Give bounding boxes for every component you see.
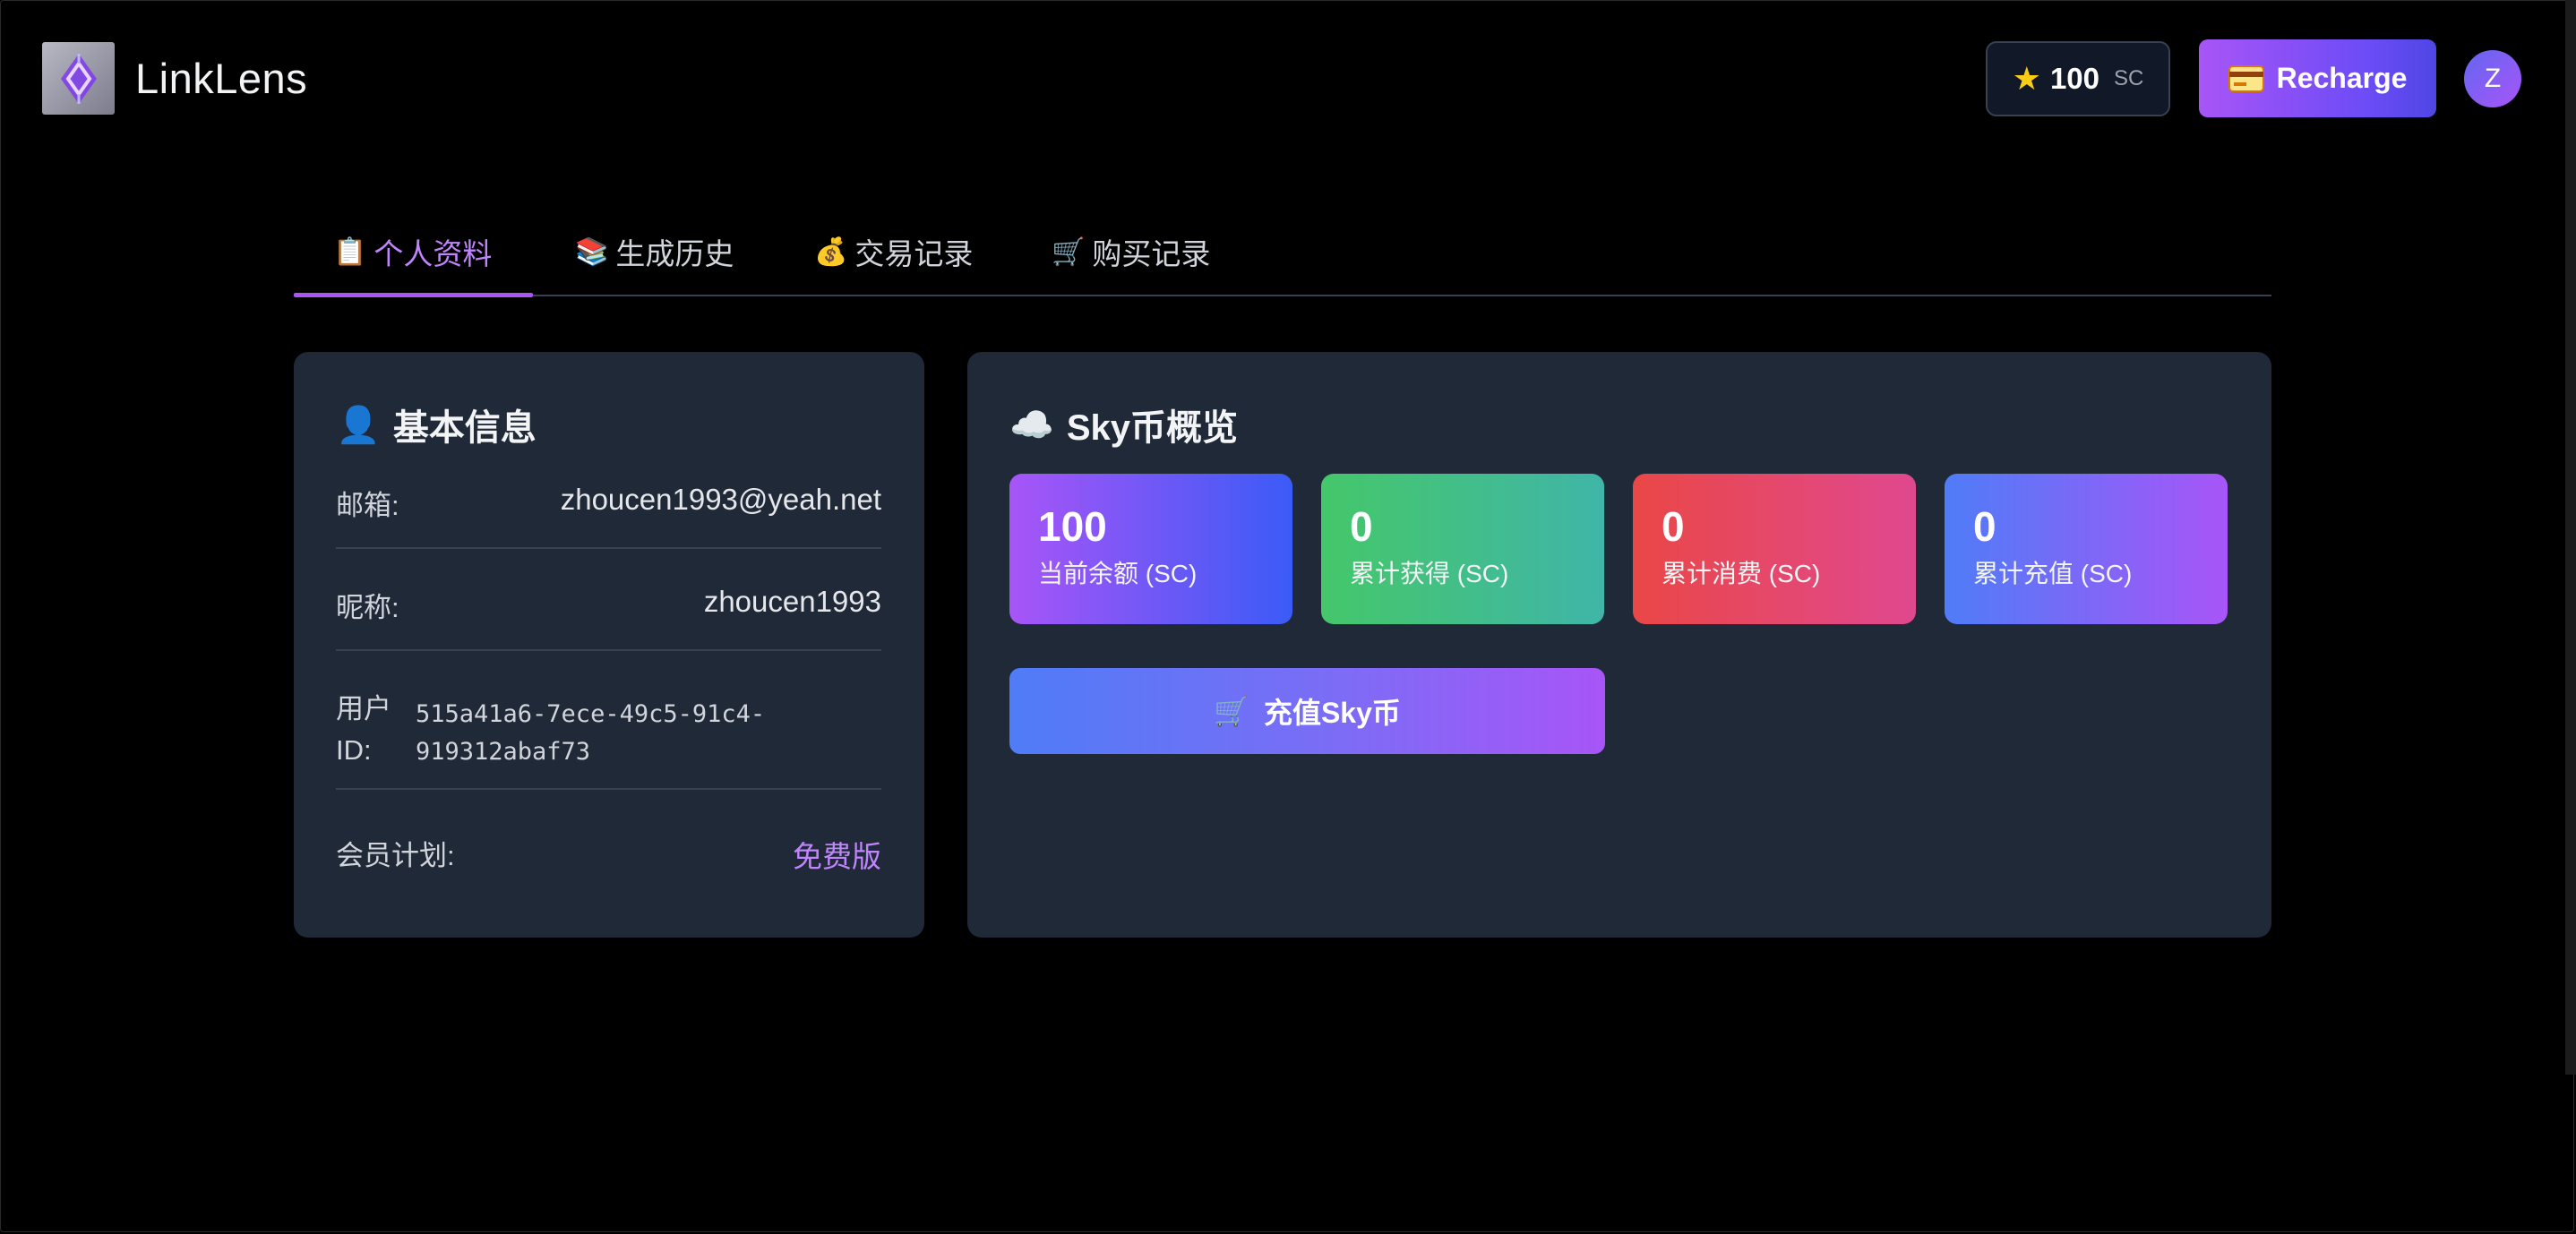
tab-label: 购买记录 [1092,237,1211,270]
basic-info-card: 👤 基本信息 邮箱: zhoucen1993@yeah.net 昵称: zhou… [294,352,924,938]
cloud-icon: ☁️ [1009,405,1054,445]
tab-generation-history[interactable]: 📚 生成历史 [575,210,734,293]
logo-icon[interactable] [42,42,115,115]
stat-total-recharged: 0 累计充值 (SC) [1945,474,2228,624]
email-row: 邮箱: zhoucen1993@yeah.net [336,483,881,549]
books-icon: 📚 [575,236,609,267]
balance-unit: SC [2114,66,2144,90]
card-title: ☁️ Sky币概览 [1009,398,1238,450]
tab-label: 交易记录 [854,237,974,270]
stat-current-balance: 100 当前余额 (SC) [1009,474,1292,624]
stat-total-spent: 0 累计消费 (SC) [1633,474,1916,624]
stat-value: 0 [1662,503,1685,550]
cart-icon: 🛒 [1214,695,1249,727]
plan-value: 免费版 [793,840,881,873]
email-value: zhoucen1993@yeah.net [560,483,881,516]
user-icon: 👤 [336,405,381,445]
tab-purchases[interactable]: 🛒 购买记录 [1052,210,1210,293]
credit-card-icon [2228,64,2264,92]
nickname-label: 昵称: [336,592,399,623]
sky-coin-overview-card: ☁️ Sky币概览 [967,352,2271,938]
balance-amount: 100 [2049,62,2099,95]
card-title: 👤 基本信息 [336,398,537,450]
nickname-row: 昵称: zhoucen1993 [336,547,881,651]
user-id-value: 515a41a6-7ece-49c5-91c4- 919312abaf73 [416,700,766,766]
user-id-label: 用户 ID: [336,693,391,766]
tab-label: 个人资料 [374,237,493,270]
card-title-text: Sky币概览 [1066,408,1238,448]
profile-tabs: 📋 个人资料 📚 生成历史 💰 交易记录 🛒 购买记录 [294,210,2271,297]
clipboard-icon: 📋 [333,236,367,267]
stat-value: 100 [1038,503,1107,550]
top-header: LinkLens ★ 100 SC Recharge Z [0,0,2576,158]
stat-label: 累计消费 (SC) [1662,560,1821,587]
nickname-value: zhoucen1993 [703,585,881,618]
money-bag-icon: 💰 [814,236,848,267]
scrollbar[interactable] [2565,0,2576,1075]
plan-row: 会员计划: 免费版 [336,788,881,887]
stat-label: 当前余额 (SC) [1038,560,1198,587]
stat-value: 0 [1973,503,1996,550]
balance-badge[interactable]: ★ 100 SC [1986,41,2170,116]
brand-name[interactable]: LinkLens [135,54,307,103]
stat-total-earned: 0 累计获得 (SC) [1321,474,1604,624]
cart-icon: 🛒 [1052,236,1086,267]
plan-label: 会员计划: [336,840,455,871]
card-title-text: 基本信息 [392,408,537,448]
tab-profile[interactable]: 📋 个人资料 [333,210,492,293]
user-avatar[interactable]: Z [2464,50,2521,107]
user-id-row: 用户 ID: 515a41a6-7ece-49c5-91c4- 919312ab… [336,649,881,790]
buy-sky-coin-label: 充值Sky币 [1263,697,1401,729]
star-icon: ★ [2012,60,2041,97]
buy-sky-coin-button[interactable]: 🛒 充值Sky币 [1009,668,1605,754]
recharge-button[interactable]: Recharge [2199,39,2436,117]
tab-label: 生成历史 [615,237,734,270]
recharge-label: Recharge [2276,62,2408,94]
email-label: 邮箱: [336,490,399,521]
stat-value: 0 [1350,503,1373,550]
active-tab-indicator [294,293,533,297]
stat-label: 累计充值 (SC) [1973,560,2133,587]
stat-label: 累计获得 (SC) [1350,560,1509,587]
tab-transactions[interactable]: 💰 交易记录 [814,210,973,293]
